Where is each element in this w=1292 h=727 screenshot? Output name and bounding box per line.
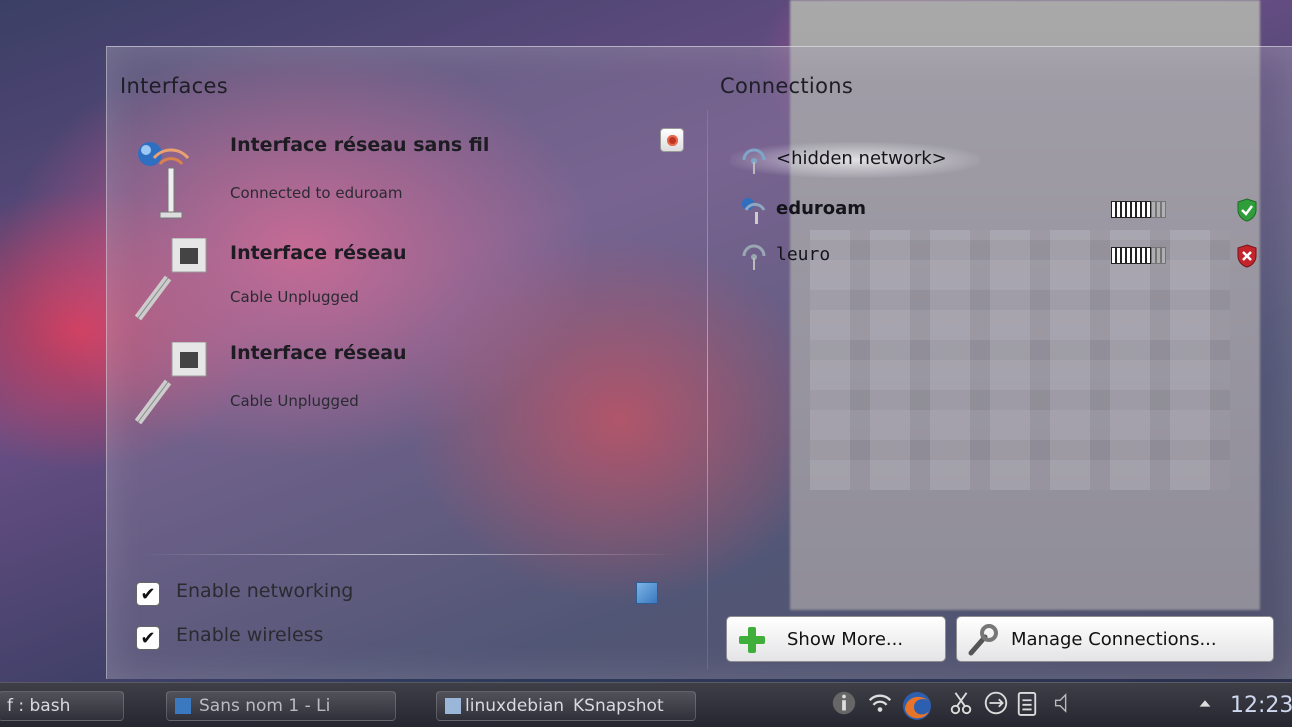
enable-networking-checkbox[interactable]: ✔ [136, 582, 160, 606]
volume-icon[interactable] [1052, 689, 1074, 723]
interfaces-title: Interfaces [120, 74, 228, 98]
wifi-tray-icon[interactable] [866, 689, 896, 723]
firefox-icon[interactable] [900, 689, 936, 723]
popup-horizontal-divider [140, 554, 680, 555]
signal-strength-meter [1112, 202, 1165, 217]
connection-name: eduroam [776, 198, 867, 219]
wireless-signal-icon [742, 244, 766, 270]
task-document[interactable]: Sans nom 1 - Li [166, 691, 396, 721]
interface-status: Cable Unplugged [230, 392, 359, 410]
show-more-label: Show More... [787, 629, 904, 650]
tray-expand-icon[interactable] [1196, 689, 1216, 723]
interface-item-wired[interactable]: Interface réseau Cable Unplugged [130, 238, 690, 338]
connection-item-hidden-network[interactable]: <hidden network> [740, 144, 1260, 178]
enable-networking-label: Enable networking [176, 580, 354, 602]
connection-name: <hidden network> [776, 148, 947, 169]
interface-item-wired[interactable]: Interface réseau Cable Unplugged [130, 342, 690, 442]
manage-connections-label: Manage Connections... [1011, 629, 1217, 650]
wireless-signal-icon [742, 148, 766, 174]
connections-title: Connections [720, 74, 854, 98]
enable-wireless-checkbox[interactable]: ✔ [136, 626, 160, 650]
clipboard-icon[interactable] [1016, 689, 1044, 723]
signal-strength-meter [1112, 248, 1165, 263]
connection-item-eduroam[interactable]: eduroam [740, 194, 1260, 228]
clock[interactable]: 12:23 [1230, 693, 1292, 718]
show-more-button[interactable]: Show More... [726, 616, 946, 662]
secure-shield-icon [1237, 198, 1257, 222]
network-settings-icon[interactable] [636, 582, 658, 604]
interface-status: Cable Unplugged [230, 288, 359, 306]
interface-name: Interface réseau sans fil [230, 134, 490, 156]
task-label: Sans nom 1 - Li [199, 696, 331, 716]
usb-icon[interactable] [982, 689, 1012, 723]
ksnapshot-icon [445, 698, 461, 714]
wireless-connected-icon [742, 198, 766, 224]
task-label: KSnapshot [573, 696, 664, 716]
interface-item-wireless[interactable]: Interface réseau sans fil Connected to e… [130, 128, 690, 234]
enable-wireless-label: Enable wireless [176, 624, 324, 646]
task-label: f : bash [7, 696, 71, 716]
wired-interface-icon [134, 238, 207, 321]
interface-status: Connected to eduroam [230, 184, 403, 202]
scissors-icon[interactable] [948, 689, 976, 723]
task-label: linuxdebian [465, 696, 565, 716]
manage-connections-button[interactable]: Manage Connections... [956, 616, 1274, 662]
connection-name: leuro [776, 244, 831, 265]
disconnect-icon [666, 134, 678, 146]
task-ksnapshot[interactable]: linuxdebian KSnapshot [436, 691, 696, 721]
wireless-interface-icon [138, 142, 190, 219]
plus-icon [739, 627, 765, 653]
connection-item-leuro[interactable]: leuro [740, 240, 1260, 274]
interface-name: Interface réseau [230, 342, 407, 364]
disconnect-button[interactable] [660, 128, 684, 152]
document-icon [175, 698, 191, 714]
popup-vertical-divider [707, 110, 708, 670]
task-bash[interactable]: f : bash [0, 691, 124, 721]
taskbar: f : bash Sans nom 1 - Li linuxdebian KSn… [0, 682, 1292, 727]
wired-interface-icon [134, 342, 207, 425]
insecure-shield-icon [1237, 244, 1257, 268]
wrench-icon [968, 624, 998, 656]
info-icon[interactable] [830, 689, 860, 723]
interface-name: Interface réseau [230, 242, 407, 264]
